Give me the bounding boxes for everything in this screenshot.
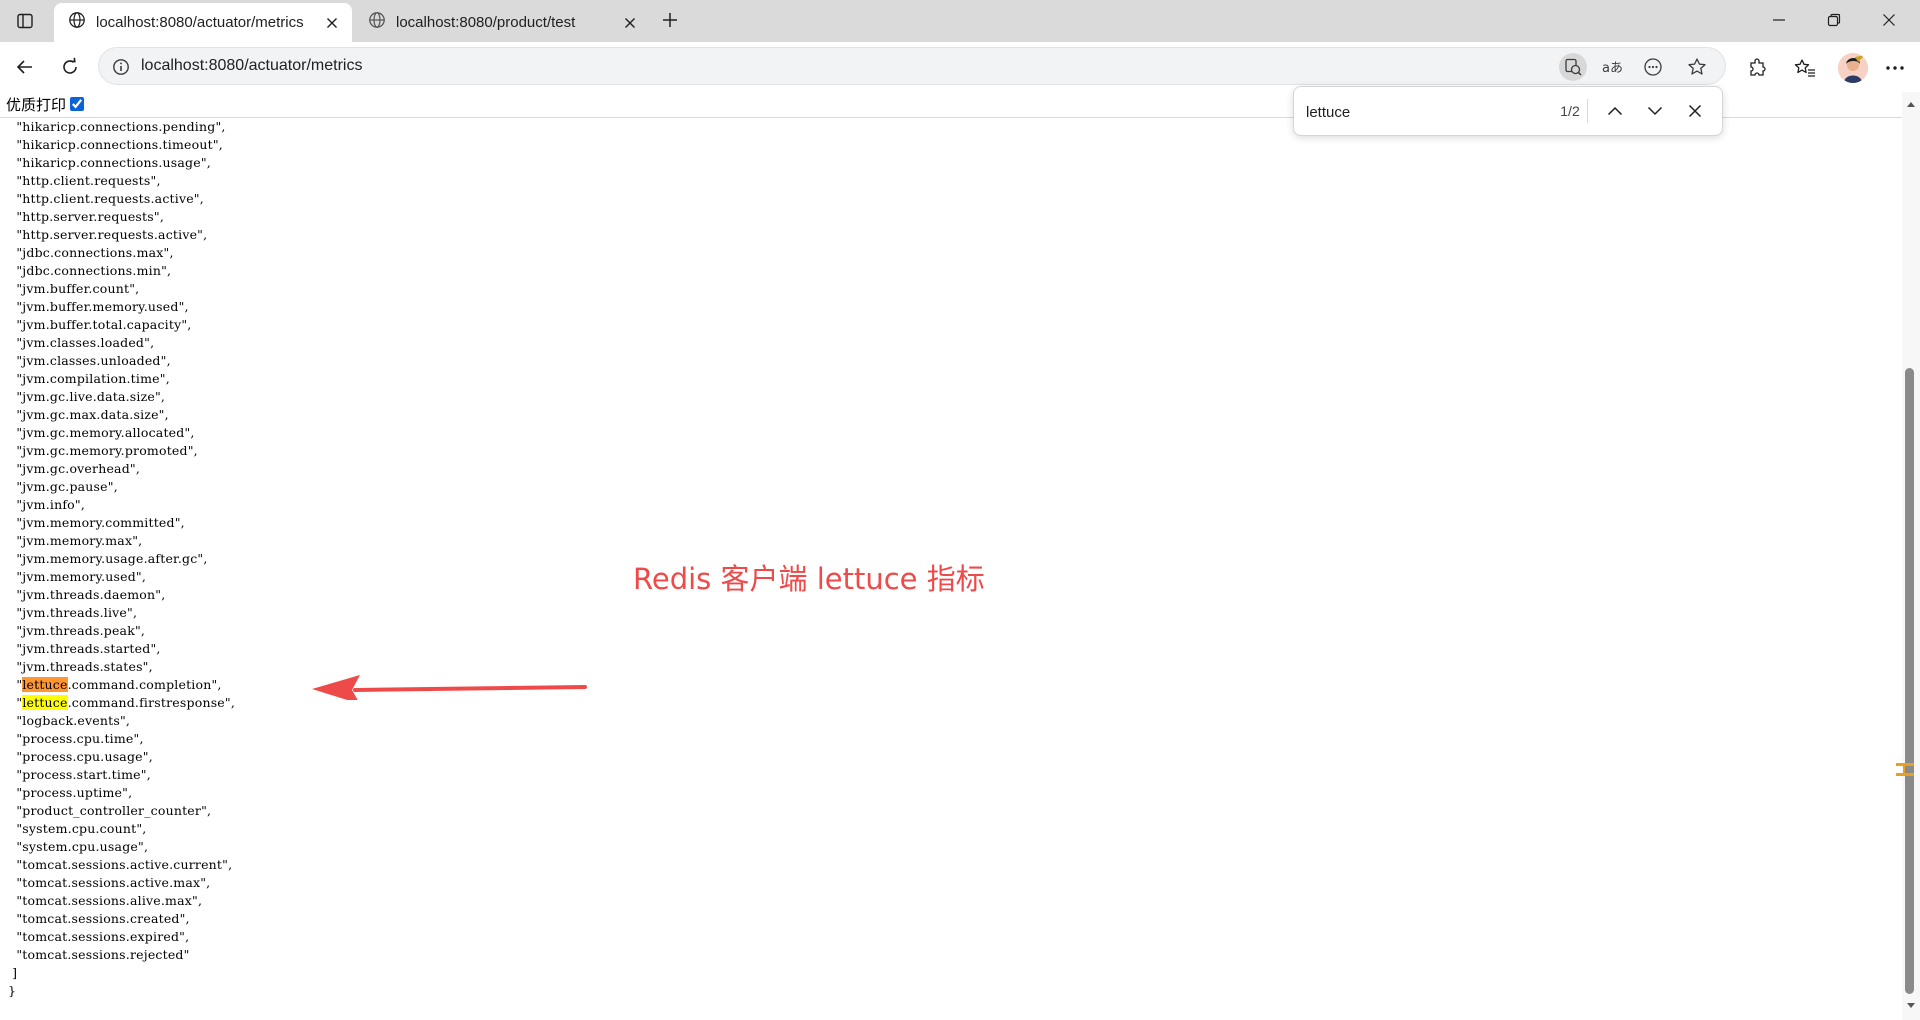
json-line: "system.cpu.usage",	[16, 839, 149, 854]
json-line: "jvm.classes.unloaded",	[16, 353, 171, 368]
json-line: "jdbc.connections.max",	[16, 245, 174, 260]
json-line: "tomcat.sessions.active.current",	[16, 857, 233, 872]
tab-actuator-metrics[interactable]: localhost:8080/actuator/metrics	[54, 3, 352, 42]
json-line: "tomcat.sessions.rejected"	[16, 947, 190, 962]
json-line: "jvm.threads.states",	[16, 659, 153, 674]
scroll-down-icon[interactable]	[1905, 1000, 1917, 1012]
tab-close-icon[interactable]	[322, 13, 342, 33]
json-line: "jvm.threads.daemon",	[16, 587, 166, 602]
json-line: "jvm.memory.usage.after.gc",	[16, 551, 208, 566]
json-line: "tomcat.sessions.active.max",	[16, 875, 211, 890]
annotation-label: Redis 客户端 lettuce 指标	[633, 562, 985, 596]
json-line: "jvm.memory.used",	[16, 569, 147, 584]
json-line: "jdbc.connections.min",	[16, 263, 172, 278]
json-line: "jvm.threads.live",	[16, 605, 138, 620]
json-line: "jvm.gc.memory.allocated",	[16, 425, 195, 440]
json-line: "jvm.memory.committed",	[16, 515, 185, 530]
find-highlight: lettuce	[22, 677, 68, 692]
settings-more-icon[interactable]	[1880, 53, 1910, 83]
json-line: "hikaricp.connections.pending",	[16, 119, 226, 134]
new-tab-button[interactable]	[656, 6, 684, 34]
json-line: "logback.events",	[16, 713, 131, 728]
json-line: "jvm.buffer.count",	[16, 281, 140, 296]
tab-strip: localhost:8080/actuator/metrics localhos…	[0, 0, 1920, 42]
json-line: "tomcat.sessions.created",	[16, 911, 190, 926]
tab-title: localhost:8080/product/test	[396, 14, 576, 31]
json-line: "tomcat.sessions.alive.max",	[16, 893, 203, 908]
tab-title: localhost:8080/actuator/metrics	[96, 14, 304, 31]
more-tools-icon[interactable]	[1639, 53, 1667, 81]
browser-toolbar: localhost:8080/actuator/metrics aあ	[0, 42, 1920, 92]
find-highlight: lettuce	[22, 695, 68, 710]
json-line: "jvm.gc.max.data.size",	[16, 407, 169, 422]
address-bar[interactable]: localhost:8080/actuator/metrics aあ	[98, 47, 1726, 85]
json-line: "http.server.requests.active",	[16, 227, 208, 242]
json-closing-bracket: ]	[8, 965, 18, 980]
pretty-print-toggle[interactable]: 优质打印	[6, 94, 85, 114]
restore-button[interactable]	[1811, 6, 1857, 34]
json-line: "jvm.compilation.time",	[16, 371, 170, 386]
json-line: "hikaricp.connections.usage",	[16, 155, 211, 170]
json-line: "lettuce.command.completion",	[16, 677, 222, 692]
find-close-icon[interactable]	[1681, 97, 1709, 125]
json-line: "lettuce.command.firstresponse",	[16, 695, 236, 710]
profile-avatar[interactable]	[1838, 53, 1868, 83]
find-bar: 1/2	[1293, 86, 1723, 136]
json-closing-brace: }	[8, 983, 17, 998]
json-line: "product_controller_counter",	[16, 803, 212, 818]
json-line: "jvm.gc.live.data.size",	[16, 389, 166, 404]
json-line: "jvm.buffer.memory.used",	[16, 299, 189, 314]
json-line: "process.start.time",	[16, 767, 151, 782]
json-line: "jvm.memory.max",	[16, 533, 143, 548]
json-line: "process.cpu.time",	[16, 731, 144, 746]
json-line: "jvm.classes.loaded",	[16, 335, 155, 350]
json-line: "jvm.gc.memory.promoted",	[16, 443, 198, 458]
pretty-print-checkbox[interactable]	[70, 97, 85, 111]
json-line: "system.cpu.count",	[16, 821, 147, 836]
sidebar-toggle-icon[interactable]	[12, 8, 38, 34]
find-match-marker	[1896, 763, 1914, 776]
tab-product-test[interactable]: localhost:8080/product/test	[354, 3, 650, 42]
json-line: "jvm.buffer.total.capacity",	[16, 317, 192, 332]
json-line: "jvm.info",	[16, 497, 85, 512]
favorites-list-icon[interactable]	[1790, 53, 1820, 83]
json-line: "jvm.threads.started",	[16, 641, 161, 656]
json-line: "hikaricp.connections.timeout",	[16, 137, 223, 152]
json-line: "http.client.requests",	[16, 173, 161, 188]
json-line: "http.client.requests.active",	[16, 191, 204, 206]
favorite-star-icon[interactable]	[1683, 53, 1711, 81]
json-output: "hikaricp.connections.pending", "hikaric…	[8, 118, 235, 1000]
tab-close-icon[interactable]	[620, 13, 640, 33]
address-url[interactable]: localhost:8080/actuator/metrics	[141, 48, 362, 84]
json-line: "process.uptime",	[16, 785, 133, 800]
json-line: "jvm.gc.pause",	[16, 479, 118, 494]
json-line: "jvm.threads.peak",	[16, 623, 146, 638]
pretty-print-label: 优质打印	[6, 96, 67, 114]
globe-icon	[68, 11, 86, 34]
back-button[interactable]	[9, 51, 41, 83]
json-line: "http.server.requests",	[16, 209, 165, 224]
find-previous-icon[interactable]	[1601, 97, 1629, 125]
find-divider	[1587, 99, 1588, 123]
annotation-arrow-icon	[312, 675, 587, 700]
find-match-count: 1/2	[1560, 103, 1580, 119]
translate-page-icon[interactable]	[1559, 53, 1587, 81]
svg-text:aあ: aあ	[1602, 61, 1623, 76]
refresh-button[interactable]	[54, 51, 86, 83]
info-icon[interactable]	[111, 57, 131, 77]
scroll-up-icon[interactable]	[1905, 98, 1917, 110]
json-line: "process.cpu.usage",	[16, 749, 153, 764]
globe-icon	[368, 11, 386, 34]
close-window-button[interactable]	[1866, 6, 1912, 34]
json-line: "tomcat.sessions.expired",	[16, 929, 190, 944]
find-input[interactable]	[1304, 96, 1528, 128]
read-aloud-icon[interactable]: aあ	[1599, 53, 1627, 81]
json-line: "jvm.gc.overhead",	[16, 461, 141, 476]
extensions-icon[interactable]	[1742, 53, 1772, 83]
minimize-button[interactable]	[1756, 6, 1802, 34]
find-next-icon[interactable]	[1641, 97, 1669, 125]
scroll-thumb[interactable]	[1905, 368, 1914, 994]
